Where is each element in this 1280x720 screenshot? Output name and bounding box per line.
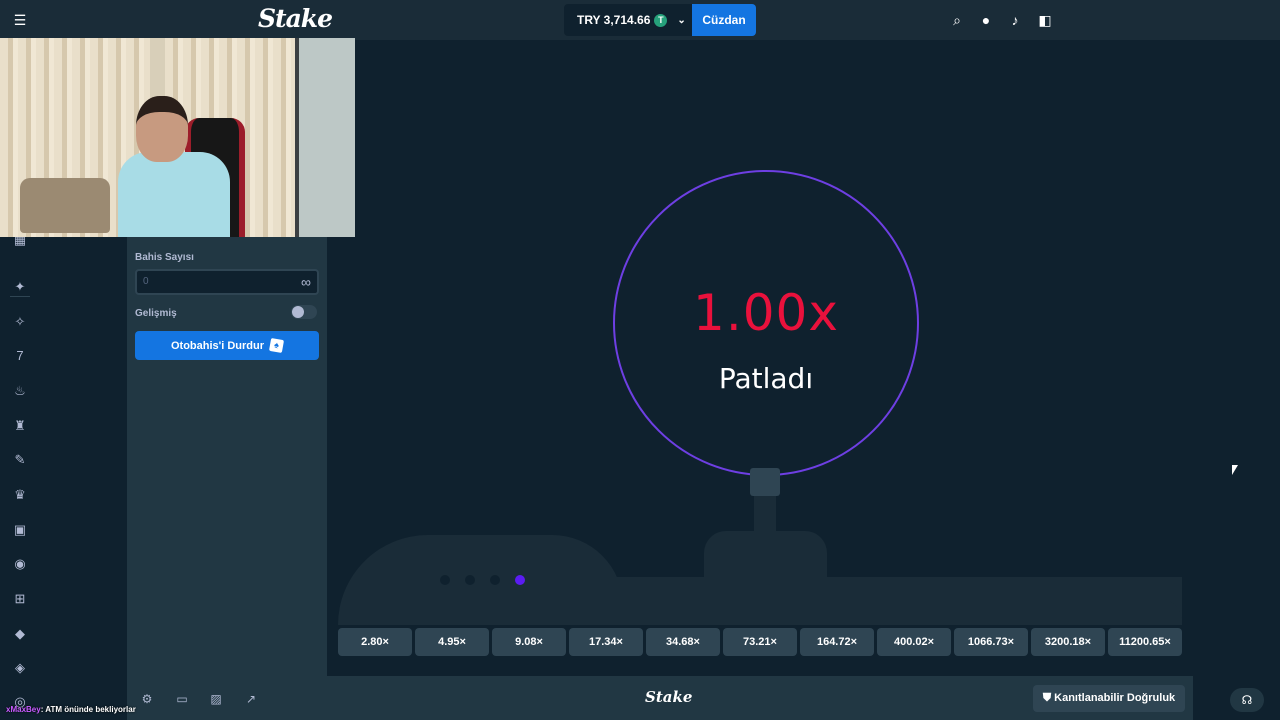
history-chip[interactable]: 164.72× xyxy=(800,628,874,656)
stop-autobet-button[interactable]: Otobahis'i Durdur ♠ xyxy=(135,331,319,360)
top-navigation-bar: ☰ Stake TRY 3,714.66 T ⌄ Cüzdan ⌕ ● ♪ ◧ xyxy=(0,0,1280,40)
bet-slip-icon[interactable]: ♛ xyxy=(10,485,30,505)
cards-icon: ♠ xyxy=(269,337,285,354)
balance-selector[interactable]: TRY 3,714.66 T ⌄ xyxy=(564,4,692,36)
theatre-mode-icon[interactable]: ▭ xyxy=(174,691,190,707)
provably-fair-label: Kanıtlanabilir Doğruluk xyxy=(1054,692,1176,704)
poker-icon[interactable]: ▣ xyxy=(10,520,30,540)
crash-multiplier: 1.00x xyxy=(693,284,839,342)
history-chip[interactable]: 3200.18× xyxy=(1031,628,1105,656)
user-icon[interactable]: ● xyxy=(976,10,996,30)
sidebar-toggle-icon[interactable]: ◧ xyxy=(1035,10,1055,30)
submarine-body xyxy=(338,535,623,625)
stats-icon[interactable]: ▨ xyxy=(208,691,224,707)
periscope-head xyxy=(750,468,780,496)
mouse-cursor xyxy=(1232,465,1238,475)
hot-icon[interactable]: 7 xyxy=(10,346,30,366)
result-bubble: 1.00x Patladı xyxy=(613,170,919,476)
submarine-tower xyxy=(704,531,827,601)
history-chip[interactable]: 2.80× xyxy=(338,628,412,656)
advanced-toggle[interactable] xyxy=(291,305,317,319)
history-chip[interactable]: 73.21× xyxy=(723,628,797,656)
help-icon[interactable]: ◈ xyxy=(10,658,30,678)
history-chip[interactable]: 34.68× xyxy=(646,628,720,656)
streamer-body xyxy=(118,152,230,237)
history-chip[interactable]: 400.02× xyxy=(877,628,951,656)
chevron-down-icon: ⌄ xyxy=(677,14,686,26)
live-casino-icon[interactable]: ♨ xyxy=(10,381,30,401)
chat-text: : ATM önünde bekliyorlar xyxy=(40,705,136,714)
stake-originals-icon[interactable]: ✧ xyxy=(10,312,30,332)
footer-stake-logo: Stake xyxy=(645,688,693,706)
shield-icon: ⛊ xyxy=(1042,692,1055,704)
chat-username: xMaxBey xyxy=(6,705,41,714)
window xyxy=(295,38,355,237)
streamer-head xyxy=(136,96,188,162)
right-empty-area xyxy=(1193,40,1280,720)
wicker-chair xyxy=(20,178,110,233)
bet-count-input[interactable]: 0 ∞ xyxy=(135,269,319,295)
stake-logo[interactable]: Stake xyxy=(258,4,333,33)
tether-coin-icon: T xyxy=(654,13,668,27)
wallet-button[interactable]: Cüzdan xyxy=(692,4,756,36)
stop-autobet-label: Otobahis'i Durdur xyxy=(170,339,265,352)
sports-icon[interactable]: ♜ xyxy=(10,416,30,436)
chat-message: xMaxBey: ATM önünde bekliyorlar xyxy=(6,705,136,714)
advanced-label: Gelişmiş xyxy=(135,308,177,319)
history-chip[interactable]: 9.08× xyxy=(492,628,566,656)
crash-status: Patladı xyxy=(718,362,814,395)
menu-icon[interactable]: ☰ xyxy=(8,8,32,32)
porthole xyxy=(440,575,450,585)
porthole xyxy=(465,575,475,585)
toggle-knob xyxy=(292,306,304,318)
support-chat-icon[interactable]: ☊ xyxy=(1230,688,1264,712)
bell-icon[interactable]: ♪ xyxy=(1005,10,1025,30)
settings-icon[interactable]: ⚙ xyxy=(139,691,155,707)
multiplier-history: 2.80× 4.95× 9.08× 17.34× 34.68× 73.21× 164.72×… xyxy=(338,628,1182,656)
tickets-icon[interactable]: ◆ xyxy=(10,624,30,644)
infinity-icon[interactable]: ∞ xyxy=(301,271,311,293)
history-chip[interactable]: 11200.65× xyxy=(1108,628,1182,656)
game-footer: ⚙ ▭ ▨ ↗ Stake ⛊ Kanıtlanabilir Doğruluk xyxy=(127,676,1193,720)
popout-icon[interactable]: ↗ xyxy=(243,691,259,707)
porthole-active xyxy=(515,575,525,585)
history-chip[interactable]: 1066.73× xyxy=(954,628,1028,656)
search-icon[interactable]: ⌕ xyxy=(947,10,967,30)
game-area: 1.00x Patladı 2.80× 4.95× 9.08× 17.34× 34.68… xyxy=(327,40,1193,676)
new-releases-icon[interactable]: ✦ xyxy=(10,277,30,297)
cards-icon[interactable]: ⊞ xyxy=(10,589,30,609)
gift-icon[interactable]: ◉ xyxy=(10,554,30,574)
provably-fair-button[interactable]: ⛊ Kanıtlanabilir Doğruluk xyxy=(1033,685,1185,712)
webcam-overlay xyxy=(0,38,355,237)
porthole xyxy=(490,575,500,585)
history-chip[interactable]: 17.34× xyxy=(569,628,643,656)
bet-count-value: 0 xyxy=(143,276,149,287)
history-chip[interactable]: 4.95× xyxy=(415,628,489,656)
bet-count-label: Bahis Sayısı xyxy=(135,252,194,263)
trophy-icon[interactable]: ✎ xyxy=(10,450,30,470)
submarine-tail xyxy=(825,598,1182,625)
balance-amount: TRY 3,714.66 xyxy=(577,13,651,27)
